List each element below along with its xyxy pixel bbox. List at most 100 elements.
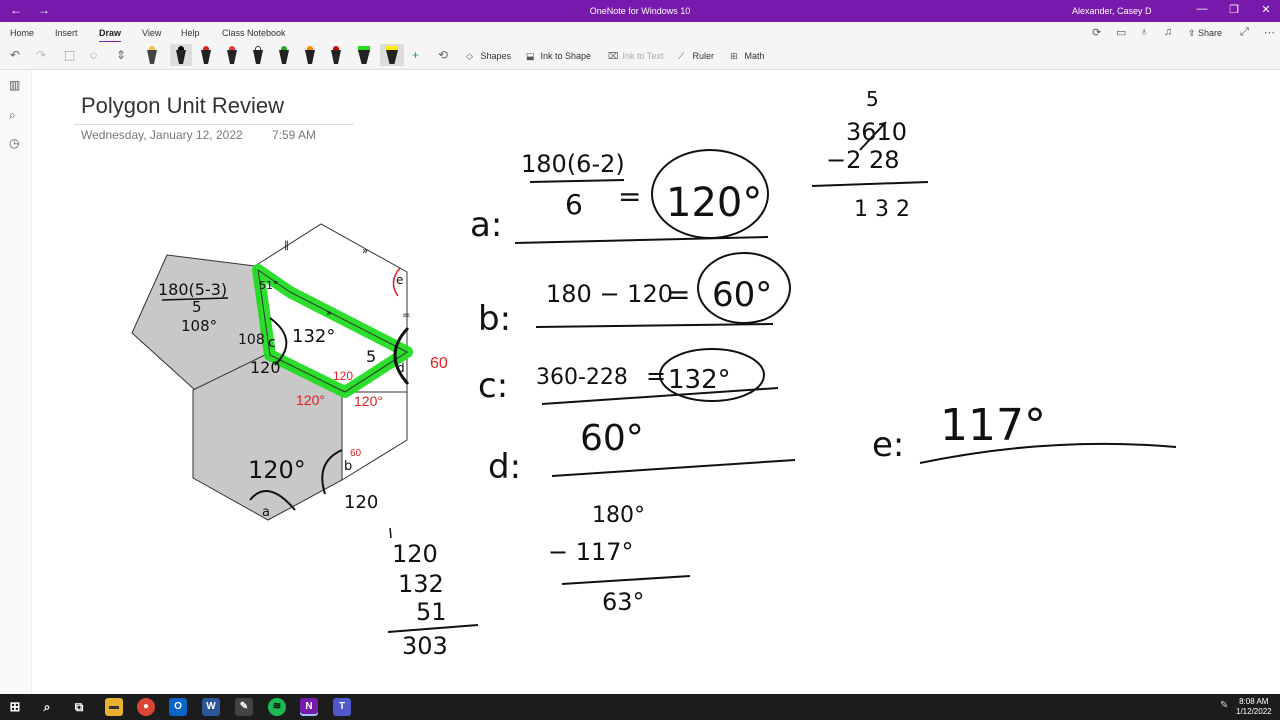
answer-e-underline [919, 442, 1177, 464]
answer-c-expression: 360-228 [536, 365, 628, 390]
share-label: Share [1198, 28, 1223, 38]
ruler-icon: ⟋ [678, 51, 685, 61]
answer-b-underline [535, 323, 774, 328]
close-icon[interactable]: ✕ [1256, 3, 1276, 16]
undo-icon[interactable]: ↶ [10, 48, 20, 62]
search-icon[interactable]: ⌕ [9, 108, 16, 123]
start-icon[interactable]: ⊞ [6, 698, 24, 716]
answer-a-label: a: [470, 205, 502, 245]
angle-arc-a [249, 490, 296, 511]
lasso-select-icon[interactable]: ◌ [90, 48, 97, 62]
ink-to-text-label: Ink to Text [622, 51, 664, 61]
red-pen[interactable] [198, 44, 214, 66]
answer-b-value: 60° [712, 275, 772, 315]
answer-c-value: 132° [668, 365, 731, 395]
answer-b-equals: = [667, 278, 690, 311]
taskbar-clock[interactable]: 8:08 AM 1/12/2022 [1236, 697, 1272, 717]
answer-a-formula-top: 180(6-2) [521, 150, 625, 178]
redo-icon[interactable]: ↷ [36, 48, 46, 62]
ink-replay-icon[interactable]: ⟲ [438, 48, 448, 62]
shapes-button[interactable]: ◇ Shapes [466, 51, 511, 62]
green-pen[interactable] [276, 44, 292, 66]
notebooks-icon[interactable]: ▥ [9, 78, 20, 92]
tab-home[interactable]: Home [10, 28, 34, 38]
teams-icon[interactable]: T [333, 698, 351, 716]
answer-a-equals: = [618, 180, 641, 213]
angle-arc-d [393, 326, 410, 386]
recent-icon[interactable]: ◷ [9, 136, 19, 150]
sum-tick [389, 527, 392, 539]
answer-e-value: 117° [940, 400, 1046, 451]
arrow-mark-green: » [326, 308, 332, 319]
tab-class-notebook[interactable]: Class Notebook [222, 28, 286, 38]
file-explorer-icon[interactable]: ▬ [105, 698, 123, 716]
comment-icon[interactable]: ▭ [1116, 26, 1126, 39]
answer-d-label: d: [488, 447, 521, 487]
angle-arc-b [321, 449, 343, 495]
sum-bar [387, 624, 479, 633]
share-button[interactable]: ⇪ Share [1188, 28, 1222, 39]
label-120-red-1: 120 [333, 369, 353, 383]
type-select-icon[interactable]: ⬚ [64, 48, 75, 62]
search-icon[interactable]: ⌕ [38, 698, 56, 716]
more-icon[interactable]: ⋯ [1264, 26, 1275, 39]
restore-icon[interactable]: ❐ [1224, 3, 1244, 16]
pen-tray-icon[interactable]: ✎ [1220, 700, 1228, 711]
label-120-red-2: 120° [296, 392, 325, 408]
eraser-pen[interactable] [144, 44, 160, 66]
label-108: 108 [238, 332, 265, 348]
yellow-highlighter[interactable] [380, 44, 404, 66]
sub2-minus: − 117° [548, 538, 634, 566]
sync-icon[interactable]: ⟳ [1092, 26, 1101, 39]
black-pen-selected[interactable] [170, 44, 192, 66]
minimize-icon[interactable]: — [1192, 3, 1212, 15]
math-button[interactable]: ⊞ Math [730, 51, 765, 62]
angle-arc-e [392, 267, 401, 297]
label-60-small: 60 [350, 448, 362, 459]
highlighted-quadrilateral-outline [257, 268, 408, 393]
tab-help[interactable]: Help [181, 28, 200, 38]
lightbulb-icon[interactable]: ♁ [1140, 26, 1148, 38]
pattern-pen[interactable] [250, 44, 266, 66]
angle-arc-c [269, 317, 288, 366]
page-title[interactable]: Polygon Unit Review [81, 93, 284, 119]
bell-icon[interactable]: ♫ [1164, 26, 1172, 38]
red-pen-2[interactable] [224, 44, 240, 66]
gray-hexagon-shape [192, 354, 343, 521]
outlook-icon[interactable]: O [169, 698, 187, 716]
onenote-window: ← → OneNote for Windows 10 Alexander, Ca… [0, 0, 1280, 720]
spotify-icon[interactable]: ≋ [268, 698, 286, 716]
task-view-icon[interactable]: ⧉ [70, 698, 88, 716]
tab-view[interactable]: View [142, 28, 161, 38]
onenote-icon[interactable]: N [300, 698, 318, 716]
sum-result: 303 [402, 632, 448, 660]
tab-insert[interactable]: Insert [55, 28, 78, 38]
red-pen-3[interactable] [328, 44, 344, 66]
label-51: 51° [259, 279, 279, 292]
tab-draw[interactable]: Draw [99, 28, 122, 43]
expand-icon[interactable]: ⤢ [1240, 26, 1249, 39]
answer-a-underline [514, 236, 769, 244]
ink-to-shape-button[interactable]: ⬓ Ink to Shape [526, 51, 591, 62]
label-120-bottom: 120 [344, 492, 378, 513]
sub1-minus: −2 28 [826, 146, 900, 174]
green-highlighter[interactable] [354, 44, 374, 66]
word-icon[interactable]: W [202, 698, 220, 716]
ruler-button[interactable]: ⟋ Ruler [678, 51, 714, 62]
paint-icon[interactable]: ✎ [235, 698, 253, 716]
orange-pen[interactable] [302, 44, 318, 66]
add-space-icon[interactable]: ⇕ [116, 48, 126, 62]
add-pen-icon[interactable]: + [412, 48, 419, 62]
ink-to-text-button[interactable]: ⌧ Ink to Text [608, 51, 663, 62]
windows-taskbar: ⊞ ⌕ ⧉ ▬ ● O W ✎ ≋ N T ✎ 8:08 AM 1/12/202… [0, 694, 1280, 720]
label-c: c [268, 335, 276, 351]
pentagon-shape [131, 254, 266, 391]
pentagon-formula-bottom: 5 [192, 298, 202, 316]
label-d: d [397, 361, 405, 375]
answer-b-label: b: [478, 299, 511, 339]
answer-b-circle [697, 252, 791, 324]
chrome-icon[interactable]: ● [137, 698, 155, 716]
user-name[interactable]: Alexander, Casey D [1072, 6, 1152, 16]
answer-b-expression: 180 − 120 [546, 280, 673, 308]
sub2-bar [561, 575, 691, 585]
